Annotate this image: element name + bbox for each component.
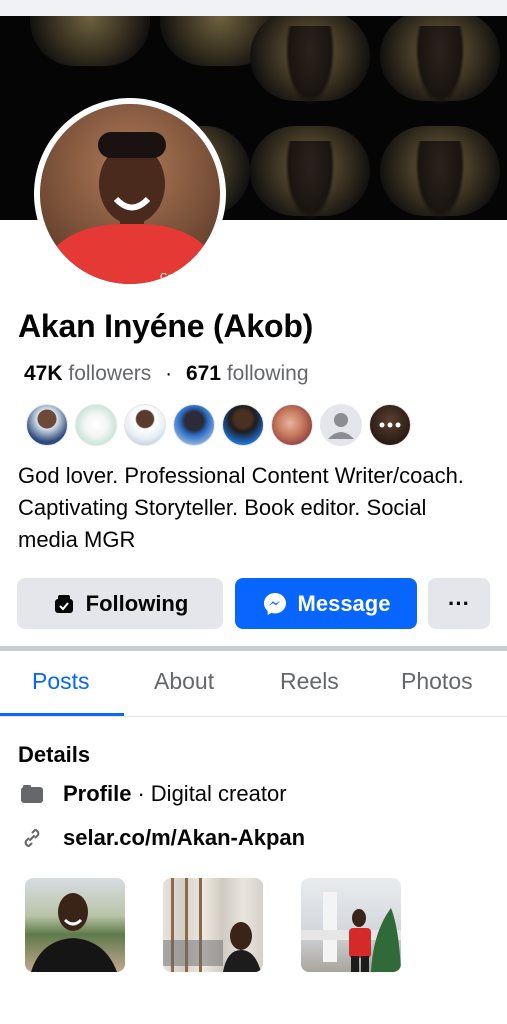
- friend-avatar[interactable]: [124, 404, 166, 446]
- thumbnail-image: [163, 878, 261, 972]
- detail-link[interactable]: selar.co/m/Akan-Akpan: [63, 825, 305, 851]
- message-button-label: Message: [297, 590, 391, 616]
- following-button-label: Following: [85, 590, 189, 616]
- thumbnail-image: [301, 892, 401, 972]
- following-check-icon: [54, 594, 73, 613]
- thumbnail-image: [31, 893, 117, 972]
- link-icon: [18, 824, 46, 852]
- friend-avatar[interactable]: [75, 404, 117, 446]
- default-user-icon: [328, 413, 354, 439]
- profile-name: Akan Inyéne (Akob): [18, 308, 314, 344]
- following-button[interactable]: Following: [17, 578, 223, 629]
- detail-profile-value: Digital creator: [150, 781, 287, 806]
- profile-category-icon: [18, 780, 46, 808]
- friend-avatar-default[interactable]: [320, 404, 362, 446]
- profile-bio: God lover. Professional Content Writer/c…: [18, 463, 464, 552]
- section-divider: [0, 646, 507, 651]
- friend-avatar[interactable]: [173, 404, 215, 446]
- avatar-image: Coo: [40, 104, 220, 284]
- stats-separator: ·: [165, 362, 173, 385]
- profile-avatar[interactable]: Coo: [40, 104, 220, 284]
- cover-figure: [415, 141, 465, 220]
- status-bar-area: [0, 0, 507, 16]
- cover-figure: [285, 26, 335, 106]
- more-friends-button[interactable]: [369, 404, 411, 446]
- cover-pattern-tile: [30, 16, 150, 66]
- followers-count[interactable]: 47K: [24, 362, 63, 385]
- profile-tabs: Posts About Reels Photos: [0, 656, 507, 717]
- tab-reels[interactable]: Reels: [280, 668, 339, 695]
- following-label[interactable]: following: [227, 362, 309, 385]
- friend-avatar[interactable]: [222, 404, 264, 446]
- photo-thumbnail[interactable]: [301, 878, 401, 972]
- more-options-icon: ···: [448, 590, 470, 616]
- cover-figure: [415, 26, 465, 106]
- details-heading: Details: [18, 742, 91, 767]
- active-tab-indicator: [0, 713, 124, 716]
- friend-avatar[interactable]: [271, 404, 313, 446]
- tab-about[interactable]: About: [154, 668, 214, 695]
- photo-thumbnail[interactable]: [25, 878, 125, 972]
- detail-profile-label: Profile: [63, 781, 132, 806]
- detail-profile-row: Profile · Digital creator: [18, 780, 287, 808]
- detail-separator: ·: [137, 781, 145, 806]
- more-options-button[interactable]: ···: [428, 578, 490, 629]
- cover-figure: [285, 141, 335, 220]
- friend-avatar[interactable]: [26, 404, 68, 446]
- follow-stats: 47K followers · 671 following: [24, 362, 309, 386]
- messenger-icon: [263, 592, 286, 615]
- detail-link-row[interactable]: selar.co/m/Akan-Akpan: [18, 824, 305, 852]
- message-button[interactable]: Message: [235, 578, 417, 629]
- followers-label[interactable]: followers: [68, 362, 151, 385]
- friends-avatar-row: [26, 404, 411, 446]
- tab-photos[interactable]: Photos: [401, 668, 473, 695]
- more-dots-icon: [379, 422, 401, 428]
- following-count[interactable]: 671: [186, 362, 221, 385]
- tab-posts[interactable]: Posts: [32, 668, 90, 695]
- photo-thumbnail[interactable]: [163, 878, 263, 972]
